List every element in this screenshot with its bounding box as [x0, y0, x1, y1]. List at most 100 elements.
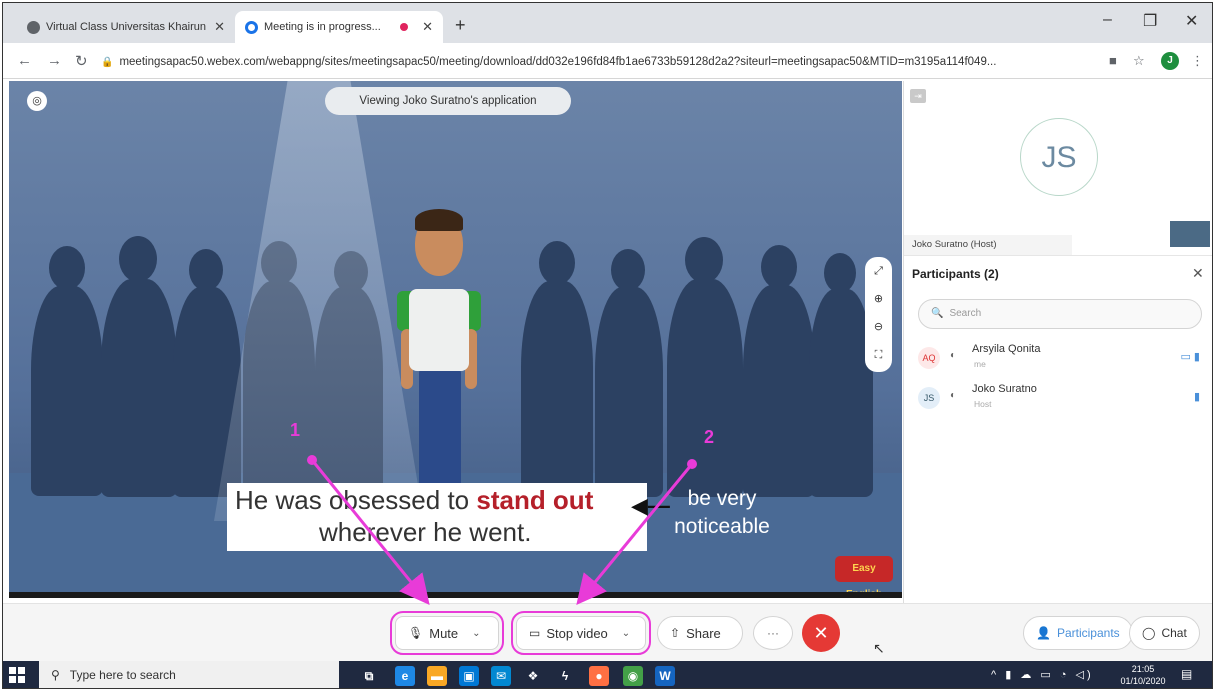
taskbar-search-input[interactable]: ⚲ Type here to search — [39, 661, 339, 688]
video-tile: ⇥ JS Joko Suratno (Host) — [904, 81, 1212, 256]
participant-search-input[interactable]: 🔍 Search — [918, 299, 1202, 329]
task-view-icon[interactable]: ⧉ — [359, 666, 379, 686]
mute-button[interactable]: 🎙 Mute ⌄ — [390, 611, 504, 655]
video-tile-name: Joko Suratno (Host) — [904, 235, 1072, 255]
video-mic-icons: ▭ ▮ — [1180, 351, 1200, 363]
lock-icon: 🔒 — [101, 57, 114, 68]
browser-window: Virtual Class Universitas Khairun ✕ Meet… — [2, 2, 1213, 689]
chat-label: Chat — [1161, 626, 1187, 640]
mic-icon: ▮ — [1193, 391, 1200, 403]
profile-avatar[interactable]: J — [1161, 52, 1179, 70]
leave-meeting-button[interactable]: ✕ — [802, 614, 840, 652]
bookmark-star-icon[interactable]: ☆ — [1133, 53, 1145, 69]
tab-title: Virtual Class Universitas Khairun — [46, 21, 206, 33]
annotation-number-1: 1 — [290, 420, 301, 440]
host-avatar: JS — [1020, 118, 1098, 196]
zoom-controls: ⤢ ⊕ ⊖ ⛶ — [865, 257, 892, 372]
camera-icon[interactable]: ■ — [1109, 53, 1117, 68]
stop-video-button[interactable]: ▭ Stop video ⌄ — [511, 611, 651, 655]
restore-button[interactable]: ❐ — [1143, 11, 1157, 31]
word-icon[interactable]: W — [655, 666, 675, 686]
recording-icon — [400, 23, 409, 31]
close-icon[interactable]: ✕ — [214, 19, 225, 35]
tab-virtual-class[interactable]: Virtual Class Universitas Khairun ✕ — [17, 11, 235, 43]
mail-icon[interactable]: ✉ — [491, 666, 511, 686]
url-text: meetingsapac50.webex.com/webappng/sites/… — [119, 56, 997, 68]
stop-video-label: Stop video — [546, 625, 608, 641]
edge-icon[interactable]: e — [395, 666, 415, 686]
fit-screen-icon[interactable]: ⤢ — [865, 257, 892, 285]
reload-icon[interactable]: ↻ — [75, 52, 88, 70]
minimize-button[interactable]: – — [1103, 11, 1112, 29]
arrow-left-icon: ◀— — [631, 493, 670, 518]
self-view-thumbnail[interactable] — [1170, 221, 1210, 247]
close-icon[interactable]: ✕ — [1192, 265, 1204, 282]
system-tray-icons[interactable]: ^ ▮ ☁ ▭ ◔ ◁) — [991, 668, 1094, 681]
forward-icon[interactable]: → — [47, 52, 62, 69]
participant-row[interactable]: JS ◐ Joko Suratno Host ▮ — [918, 381, 1208, 419]
participant-role: Host — [974, 399, 992, 409]
windows-start-icon[interactable] — [9, 667, 25, 683]
caption-text: He was obsessed to — [235, 485, 477, 515]
dropbox-icon[interactable]: ❖ — [523, 666, 543, 686]
store-icon[interactable]: ▣ — [459, 666, 479, 686]
share-button[interactable]: ⇧ Share — [657, 616, 743, 650]
brand-logo: Easy English — [835, 556, 893, 592]
audio-icon: ◐ — [950, 350, 957, 361]
person-icon: 👤 — [1036, 626, 1051, 640]
participants-button[interactable]: 👤 Participants — [1023, 616, 1133, 650]
video-camera-icon: ▭ — [529, 626, 541, 640]
definition-note: be very noticeable — [674, 487, 770, 538]
chat-bubble-icon: ◯ — [1142, 626, 1156, 640]
tab-title: Meeting is in progress... — [264, 21, 381, 33]
notification-icon[interactable]: ▤ — [1181, 667, 1197, 683]
search-icon: 🔍 — [931, 308, 944, 319]
annotation-number-2: 2 — [704, 427, 715, 447]
winamp-icon[interactable]: ϟ — [555, 666, 575, 686]
search-icon: ⚲ — [51, 668, 60, 682]
participants-title: Participants (2) — [912, 267, 999, 281]
participant-name: Arsyila Qonita — [972, 343, 1041, 355]
microphone-icon: 🎙 — [408, 626, 424, 640]
mute-label: Mute — [429, 625, 459, 641]
windows-taskbar: ⚲ Type here to search ⧉ e ▬ ▣ ✉ ❖ ϟ ● ◉ W… — [3, 661, 1212, 688]
firefox-icon[interactable]: ● — [589, 666, 609, 686]
fullscreen-icon[interactable]: ⛶ — [865, 341, 892, 369]
caption-line-2: wherever he went. — [319, 517, 532, 547]
back-icon[interactable]: ← — [17, 52, 32, 69]
right-panel: ⇥ JS Joko Suratno (Host) Participants (2… — [903, 81, 1212, 611]
clock-time: 21:05 — [1131, 664, 1155, 674]
taskbar-search-placeholder: Type here to search — [69, 668, 176, 682]
mouse-cursor-icon: ↖ — [873, 640, 885, 656]
share-icon: ⇧ — [670, 626, 681, 640]
share-label: Share — [686, 625, 721, 641]
participant-row[interactable]: AQ ◐ Arsyila Qonita me ▭ ▮ — [918, 341, 1208, 379]
tab-meeting[interactable]: Meeting is in progress... ✕ — [235, 11, 443, 43]
menu-kebab-icon[interactable]: ⋮ — [1191, 53, 1204, 69]
close-window-button[interactable]: ✕ — [1185, 11, 1198, 31]
avatar: JS — [918, 387, 940, 409]
chevron-down-icon[interactable]: ⌄ — [622, 628, 630, 639]
new-tab-button[interactable]: + — [455, 15, 466, 36]
search-placeholder: Search — [949, 308, 982, 319]
clock[interactable]: 21:05 01/10/2020 — [1118, 663, 1168, 687]
chat-button[interactable]: ◯ Chat — [1129, 616, 1200, 650]
stage-options-icon[interactable]: ◎ — [27, 91, 47, 111]
caption-line-1: He was obsessed to stand out — [235, 485, 593, 516]
zoom-in-icon[interactable]: ⊕ — [865, 285, 892, 313]
viewing-application-label: Viewing Joko Suratno's application — [325, 87, 571, 115]
participants-label: Participants — [1056, 626, 1120, 640]
chevron-down-icon[interactable]: ⌄ — [472, 628, 480, 639]
participant-name: Joko Suratno — [972, 383, 1037, 395]
chrome-icon[interactable]: ◉ — [623, 666, 643, 686]
shared-screen: Viewing Joko Suratno's application ◎ ⤢ ⊕… — [9, 81, 902, 598]
audio-icon: ◐ — [950, 390, 957, 401]
more-options-button[interactable]: ··· — [753, 616, 793, 650]
collapse-icon[interactable]: ⇥ — [910, 89, 926, 103]
clock-date: 01/10/2020 — [1120, 676, 1166, 686]
close-icon[interactable]: ✕ — [422, 19, 433, 35]
file-explorer-icon[interactable]: ▬ — [427, 666, 447, 686]
address-bar[interactable]: 🔒 meetingsapac50.webex.com/webappng/sites… — [101, 51, 1101, 73]
zoom-out-icon[interactable]: ⊖ — [865, 313, 892, 341]
address-toolbar: ← → ↻ 🔒 meetingsapac50.webex.com/webappng… — [3, 43, 1212, 79]
